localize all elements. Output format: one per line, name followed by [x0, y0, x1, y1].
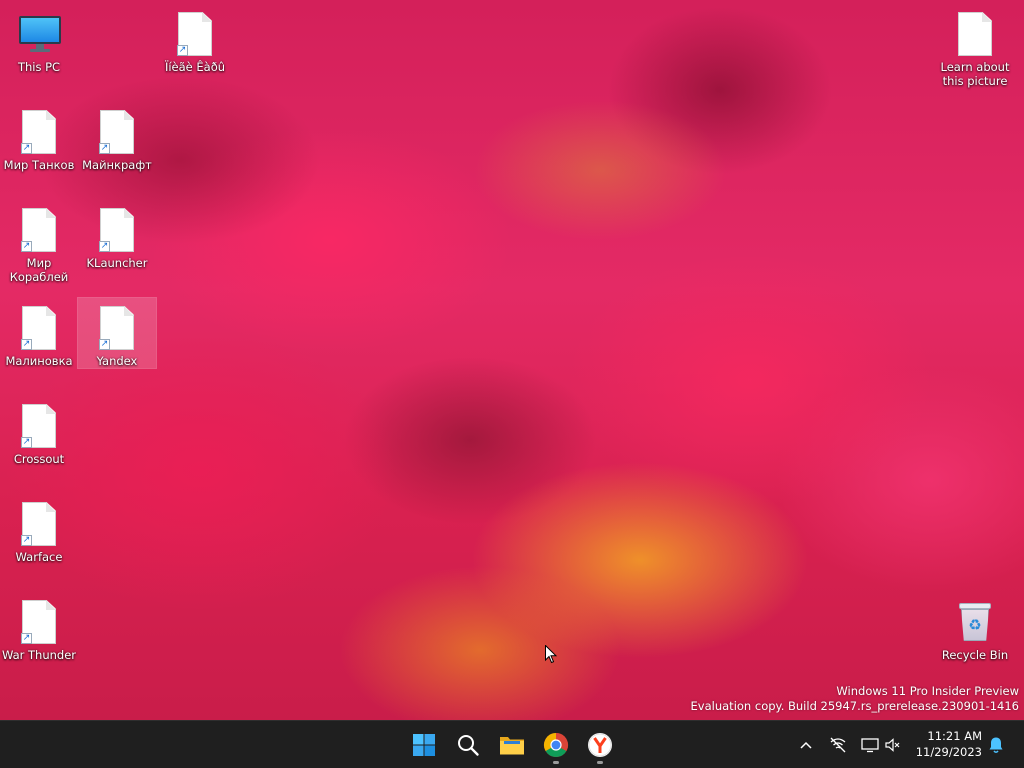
- desktop-icon-learn-about-picture[interactable]: Learn about this picture: [936, 4, 1014, 88]
- desktop-icon-klauncher[interactable]: ↗ KLauncher: [78, 200, 156, 270]
- document-icon: ↗: [97, 108, 137, 156]
- document-icon: ↗: [19, 402, 59, 450]
- clock-date: 11/29/2023: [915, 745, 982, 759]
- shortcut-arrow-icon: ↗: [99, 143, 110, 154]
- desktop-icon-label: Yandex: [96, 354, 138, 368]
- quick-settings-button[interactable]: [858, 721, 904, 768]
- this-pc-icon: [19, 10, 61, 58]
- desktop-icon-minecraft[interactable]: ↗ Майнкрафт: [78, 102, 156, 172]
- document-icon: ↗: [19, 108, 59, 156]
- document-icon: [955, 10, 995, 58]
- document-icon: ↗: [19, 304, 59, 352]
- shortcut-arrow-icon: ↗: [99, 339, 110, 350]
- shortcut-arrow-icon: ↗: [21, 241, 32, 252]
- watermark-line-1: Windows 11 Pro Insider Preview: [836, 684, 1019, 698]
- chrome-button[interactable]: [536, 725, 576, 765]
- desktop-icon-warface[interactable]: ↗ Warface: [0, 494, 78, 564]
- document-icon: ↗: [19, 206, 59, 254]
- folder-icon: [500, 737, 524, 755]
- clock-button[interactable]: 11:21 AM 11/29/2023: [916, 728, 982, 760]
- document-icon: ↗: [97, 206, 137, 254]
- document-icon: ↗: [175, 10, 215, 58]
- running-indicator: [597, 761, 603, 764]
- show-hidden-icons-button[interactable]: [796, 721, 816, 768]
- windows-start-icon: [413, 734, 435, 756]
- clock-time: 11:21 AM: [927, 729, 982, 743]
- yandex-browser-button[interactable]: [580, 725, 620, 765]
- desktop-icon-crossout[interactable]: ↗ Crossout: [0, 396, 78, 466]
- desktop-icon-label: Warface: [15, 550, 63, 564]
- document-icon: ↗: [19, 500, 59, 548]
- desktop-icon-yandex[interactable]: ↗ Yandex: [77, 297, 157, 369]
- desktop-icon-label: Ïíèãè Êàðû: [164, 60, 226, 74]
- desktop-icon-mir-korabley[interactable]: ↗ Мир Кораблей: [0, 200, 78, 284]
- network-status-button[interactable]: [826, 721, 850, 768]
- search-icon: [458, 735, 479, 756]
- desktop-icon-war-thunder[interactable]: ↗ War Thunder: [0, 592, 78, 662]
- desktop-icon-label: War Thunder: [1, 648, 77, 662]
- desktop-icon-label: Мир Кораблей: [9, 256, 69, 284]
- document-icon: ↗: [97, 304, 137, 352]
- desktop-icon-label: Майнкрафт: [82, 158, 152, 172]
- shortcut-arrow-icon: ↗: [177, 45, 188, 56]
- desktop-icon-recycle-bin[interactable]: ♻ Recycle Bin: [936, 592, 1014, 662]
- desktop-icon-label: Crossout: [13, 452, 65, 466]
- desktop-icon-label: KLauncher: [86, 256, 148, 270]
- desktop-icon-shortcut-garbled[interactable]: ↗ Ïíèãè Êàðû: [156, 4, 234, 74]
- yandex-browser-icon: [588, 733, 612, 757]
- taskbar: 11:21 AM 11/29/2023: [0, 720, 1024, 768]
- search-button[interactable]: [448, 725, 488, 765]
- desktop-icon-label: Recycle Bin: [941, 648, 1009, 662]
- shortcut-arrow-icon: ↗: [21, 437, 32, 448]
- shortcut-arrow-icon: ↗: [21, 339, 32, 350]
- file-explorer-button[interactable]: [492, 725, 532, 765]
- running-indicator: [553, 761, 559, 764]
- recycle-bin-icon: ♻: [955, 598, 995, 646]
- volume-muted-icon: [885, 737, 900, 752]
- desktop-icon-mir-tankov[interactable]: ↗ Мир Танков: [0, 102, 78, 172]
- desktop-icon-label: Мир Танков: [3, 158, 75, 172]
- desktop-icon-label: Learn about this picture: [940, 60, 1010, 88]
- no-network-icon: [830, 737, 846, 752]
- desktop-icon-this-pc[interactable]: This PC: [0, 4, 78, 74]
- chrome-icon: [543, 733, 569, 758]
- mouse-cursor-icon: [545, 645, 557, 664]
- desktop-icon-label: Малиновка: [5, 354, 73, 368]
- shortcut-arrow-icon: ↗: [21, 633, 32, 644]
- chevron-up-icon: [800, 741, 812, 749]
- desktop[interactable]: This PC ↗ Ïíèãè Êàðû Learn about this pi…: [0, 0, 1024, 720]
- display-icon: [861, 737, 879, 752]
- desktop-icon-label: This PC: [17, 60, 61, 74]
- desktop-icon-malinovka[interactable]: ↗ Малиновка: [0, 298, 78, 368]
- evaluation-watermark: Windows 11 Pro Insider Preview Evaluatio…: [691, 684, 1019, 714]
- notification-bell-icon: [989, 737, 1003, 753]
- watermark-line-2: Evaluation copy. Build 25947.rs_prerelea…: [690, 699, 1019, 713]
- start-button[interactable]: [404, 725, 444, 765]
- document-icon: ↗: [19, 598, 59, 646]
- shortcut-arrow-icon: ↗: [21, 143, 32, 154]
- shortcut-arrow-icon: ↗: [21, 535, 32, 546]
- notifications-button[interactable]: [984, 721, 1008, 768]
- shortcut-arrow-icon: ↗: [99, 241, 110, 252]
